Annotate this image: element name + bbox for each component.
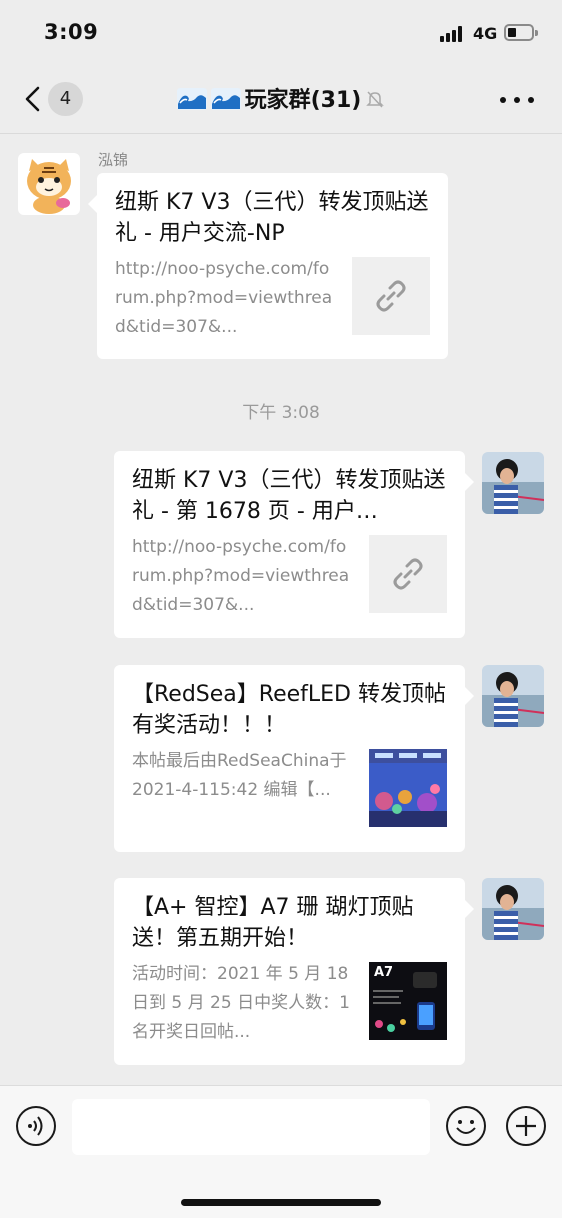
- chat-title: 玩家群(31): [244, 88, 362, 113]
- card-description: 活动时间：2021 年 5 月 18 日到 5 月 25 日中奖人数：1 名开奖…: [132, 964, 350, 1042]
- message-input[interactable]: [72, 1099, 430, 1155]
- card-description: 本帖最后由RedSeaChina于 2021-4-115:42 编辑【...: [132, 751, 347, 800]
- message-timestamp: 下午 3:08: [242, 403, 320, 423]
- link-icon: [369, 535, 447, 613]
- battery-icon: [504, 24, 538, 41]
- product-thumbnail: A7: [369, 962, 447, 1040]
- card-title: 纽斯 K7 V3（三代）转发顶贴送礼 - 第 1678 页 - 用户…: [132, 468, 446, 524]
- sender-name: 泓锦: [98, 151, 129, 169]
- link-card-message[interactable]: 【A+ 智控】A7 珊 瑚灯顶贴送！第五期开始！ 活动时间：2021 年 5 月…: [114, 878, 474, 1065]
- cellular-signal-icon: [440, 26, 466, 42]
- link-card-message[interactable]: 纽斯 K7 V3（三代）转发顶贴送礼 - 用户交流-NP http://noo-…: [88, 173, 448, 359]
- emoji-button[interactable]: [446, 1106, 486, 1146]
- link-card-message[interactable]: 【RedSea】ReefLED 转发顶帖有奖活动！！！ 本帖最后由RedSeaC…: [114, 665, 474, 852]
- home-indicator[interactable]: [181, 1199, 381, 1206]
- plus-icon: [516, 1116, 536, 1136]
- child-photo-avatar[interactable]: [482, 878, 544, 940]
- status-time: 3:09: [44, 20, 99, 44]
- water-wave-icon: [176, 88, 207, 110]
- chat-message-list[interactable]: 泓锦 纽斯 K7 V3（三代）转发顶贴送礼 - 用户交流-NP http://n…: [0, 135, 562, 1085]
- tiger-cartoon-avatar[interactable]: [18, 153, 80, 215]
- card-title: 纽斯 K7 V3（三代）转发顶贴送礼 - 用户交流-NP: [115, 190, 429, 246]
- card-title: 【A+ 智控】A7 珊 瑚灯顶贴送！第五期开始！: [132, 895, 414, 951]
- child-photo-avatar[interactable]: [482, 452, 544, 514]
- product-label: A7: [374, 965, 394, 980]
- child-photo-avatar[interactable]: [482, 665, 544, 727]
- card-description: http://noo-psyche.com/forum.php?mod=view…: [132, 537, 350, 615]
- voice-icon: [28, 1116, 43, 1136]
- voice-button[interactable]: [16, 1106, 56, 1146]
- link-card-message[interactable]: 纽斯 K7 V3（三代）转发顶贴送礼 - 第 1678 页 - 用户… http…: [114, 451, 474, 638]
- water-wave-icon: [210, 88, 241, 110]
- chat-title-container: 玩家群(31): [0, 82, 562, 114]
- status-bar: 3:09 4G: [0, 0, 562, 64]
- bell-slash-icon: [366, 91, 385, 108]
- more-options-button[interactable]: [500, 90, 534, 110]
- card-description: http://noo-psyche.com/forum.php?mod=view…: [115, 259, 333, 337]
- card-title: 【RedSea】ReefLED 转发顶帖有奖活动！！！: [132, 682, 446, 738]
- smiley-icon: [456, 1120, 476, 1134]
- chat-header: 4 玩家群(31): [0, 64, 562, 134]
- link-icon: [352, 257, 430, 335]
- aquarium-thumbnail: [369, 749, 447, 827]
- plus-button[interactable]: [506, 1106, 546, 1146]
- message-input-bar: [0, 1085, 562, 1218]
- network-type: 4G: [473, 24, 498, 43]
